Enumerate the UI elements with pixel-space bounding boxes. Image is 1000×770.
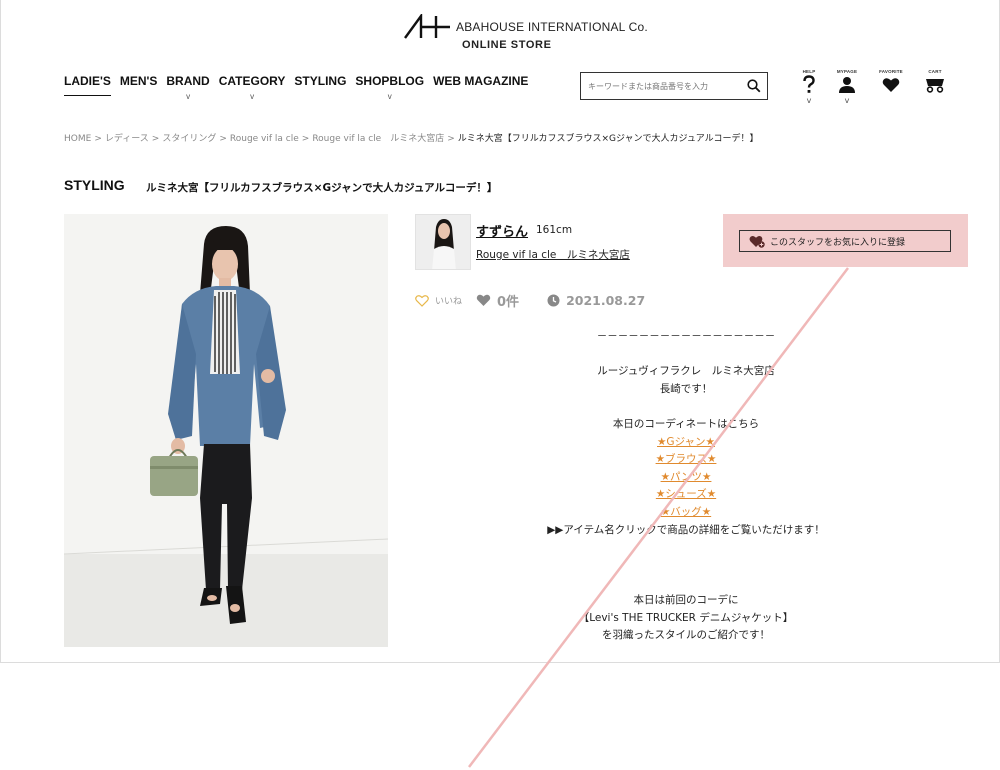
item-link-bag[interactable]: ★バッグ★ [661,506,711,518]
nav-styling[interactable]: STYLING [294,74,346,96]
staff-name[interactable]: すずらん [476,221,528,240]
store-name: ONLINE STORE [462,39,552,51]
chevron-down-icon: v [806,96,812,105]
main-nav: LADIE'S MEN'S BRAND v CATEGORY v STYLING S… [64,74,537,101]
breadcrumb: HOME > レディース > スタイリング > Rouge vif la cle > Rouge… [64,134,759,144]
breadcrumb-current: ルミネ大宮【フリルカフスブラウス×Gジャンで大人カジュアルコーデ！】 [457,134,759,144]
page-title: ルミネ大宮【フリルカフスブラウス×Gジャンで大人カジュアルコーデ！】 [146,182,498,194]
help-link[interactable]: HELP v [791,68,827,105]
item-hint: ▶▶アイテム名クリックで商品の詳細をご覧いただけます！ [547,523,825,536]
breadcrumb-home[interactable]: HOME [64,134,91,144]
favorite-link[interactable]: FAVORITE [873,68,909,95]
favorite-staff-button[interactable]: このスタッフをお気に入りに登録 [739,230,951,252]
like-heart-icon[interactable] [415,294,429,307]
nav-category[interactable]: CATEGORY v [219,74,286,101]
search-box [580,72,768,100]
chevron-down-icon: v [844,96,850,105]
staff-shop-link[interactable]: Rouge vif la cle ルミネ大宮店 [476,247,630,262]
nav-brand[interactable]: BRAND v [166,74,209,101]
staff-height: 161cm [536,224,573,236]
cart-link[interactable]: CART [917,68,953,95]
section-label: STYLING [64,177,125,193]
divider-text: －－－－－－－－－－－－－－－－－ [596,330,776,342]
like-count: 0件 [497,295,520,310]
coord-heading: 本日のコーディネートはこちら [612,417,760,430]
search-icon[interactable] [746,78,762,94]
body-paragraph: 本日は前回のコーデに [633,593,739,606]
staff-avatar[interactable] [415,214,471,270]
intro-line: 長崎です！ [659,382,713,395]
heart-icon [882,78,900,92]
ah-logo-icon [404,14,450,39]
styling-photo[interactable] [64,214,388,647]
nav-web-magazine[interactable]: WEB MAGAZINE [433,74,528,96]
site-logo[interactable]: ABAHOUSE INTERNATIONAL Co. ONLINE STORE [404,14,648,54]
nav-shopblog[interactable]: SHOPBLOG v [355,74,424,101]
chevron-down-icon: v [387,92,392,101]
item-link-blouse[interactable]: ★ブラウス★ [656,453,717,465]
body-paragraph: を羽織ったスタイルのご紹介です！ [602,629,770,642]
staff-avatar-illustration [416,215,470,269]
chevron-down-icon: v [250,92,255,101]
breadcrumb-styling[interactable]: スタイリング [162,134,216,144]
page-frame: ABAHOUSE INTERNATIONAL Co. ONLINE STORE … [0,0,1000,663]
question-icon [803,75,815,93]
nav-mens[interactable]: MEN'S [120,74,158,96]
heart-plus-icon [749,236,765,248]
nav-ladies[interactable]: LADIE'S [64,74,111,96]
breadcrumb-ladies[interactable]: レディース [105,134,149,144]
breadcrumb-brand[interactable]: Rouge vif la cle [230,134,299,144]
heart-icon [476,294,491,306]
post-date: 2021.08.27 [566,293,646,308]
post-meta: いいね 0件 2021.08.27 [415,291,645,310]
cart-icon [926,79,944,93]
brand-name: ABAHOUSE INTERNATIONAL Co. [456,20,648,34]
mypage-link[interactable]: MYPAGE v [829,68,865,105]
body-paragraph: 【Levi's THE TRUCKER デニムジャケット】 [578,611,794,624]
clock-icon [547,294,560,307]
intro-line: ルージュヴィフラクレ ルミネ大宮店 [597,365,775,378]
item-link-g-jacket[interactable]: ★Gジャン★ [657,436,715,448]
user-icon [839,77,855,93]
search-input[interactable] [581,73,741,99]
post-body: －－－－－－－－－－－－－－－－－ ルージュヴィフラクレ ルミネ大宮店 長崎です… [521,328,851,645]
item-link-shoes[interactable]: ★シューズ★ [656,488,716,500]
staff-favorite-panel: このスタッフをお気に入りに登録 [723,214,968,267]
breadcrumb-shop[interactable]: Rouge vif la cle ルミネ大宮店 [312,134,444,144]
chevron-down-icon: v [186,92,191,101]
favorite-staff-label: このスタッフをお気に入りに登録 [770,237,906,248]
like-label[interactable]: いいね [435,294,462,307]
model-photo-illustration [64,214,388,647]
item-link-pants[interactable]: ★パンツ★ [661,471,712,483]
